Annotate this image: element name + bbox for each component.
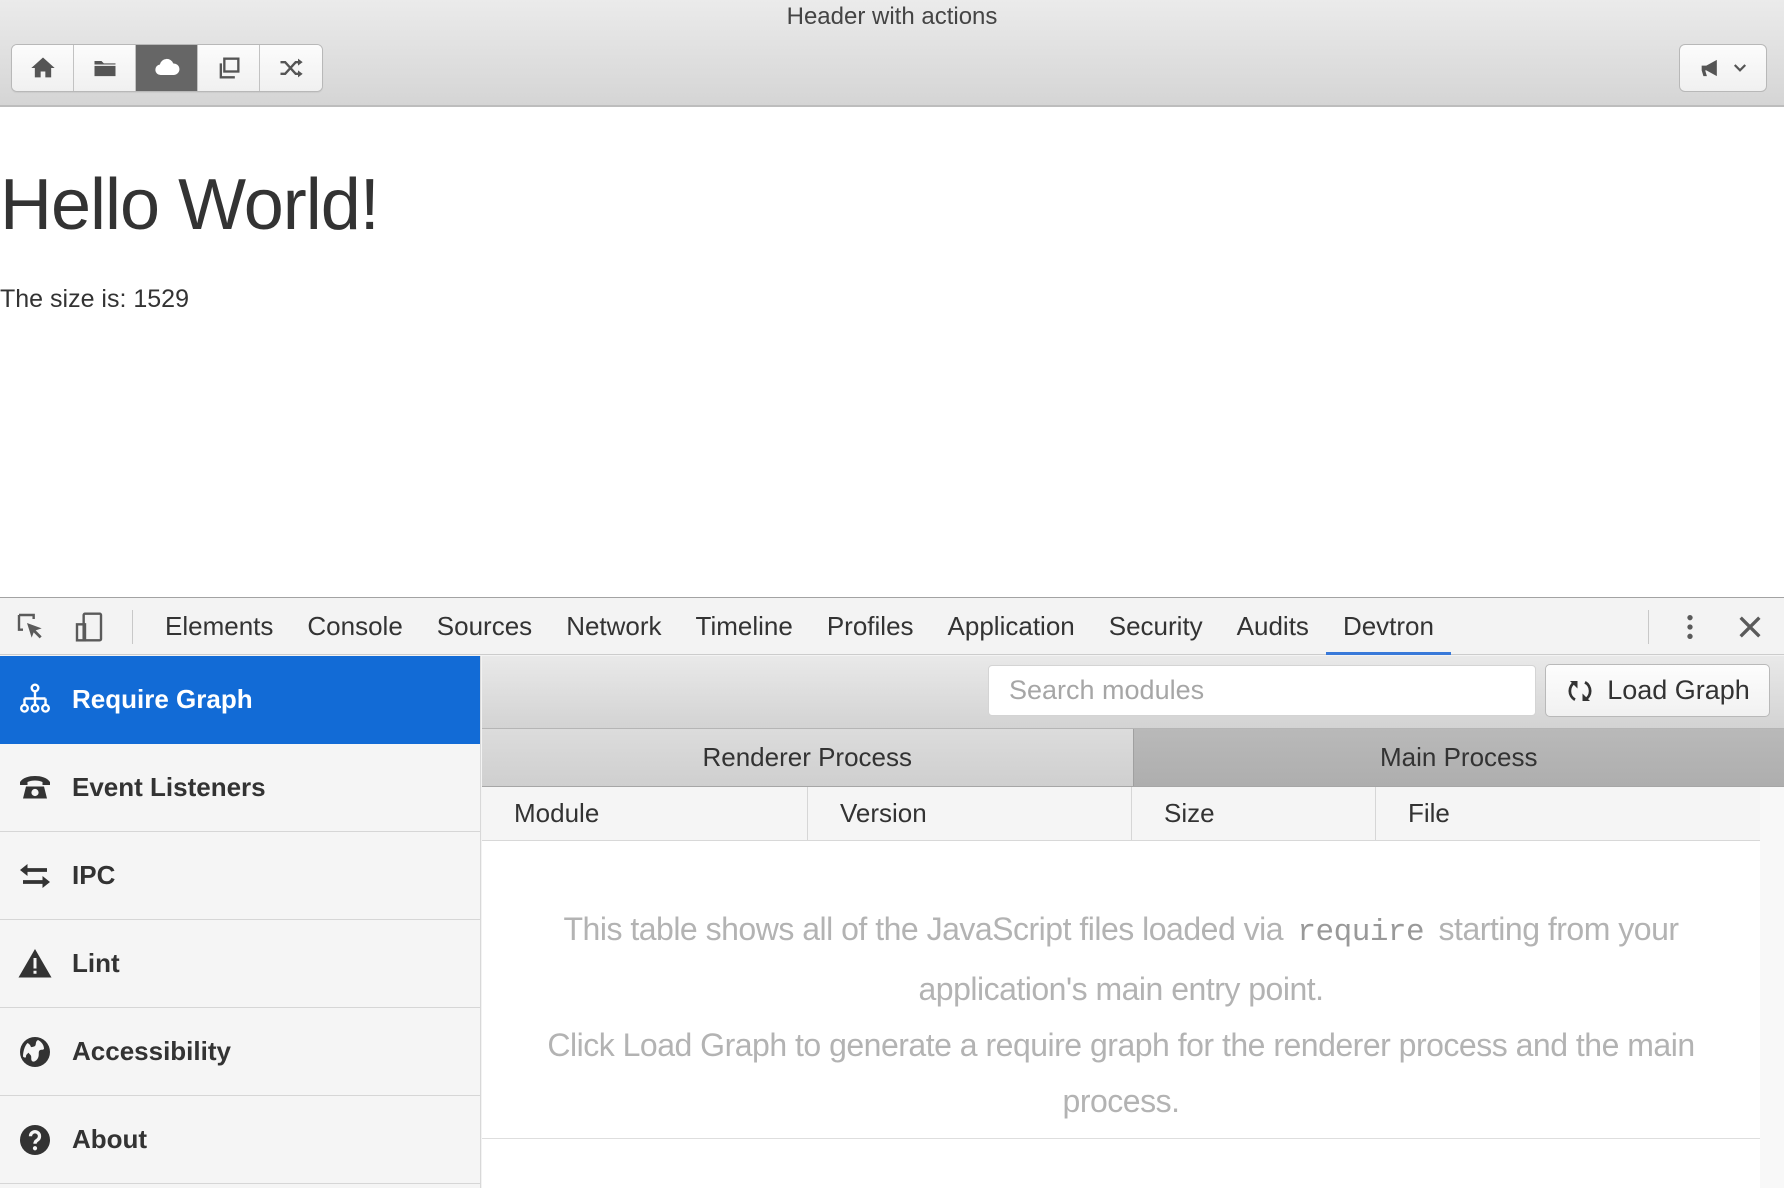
search-modules-input[interactable] bbox=[988, 665, 1536, 716]
tab-main-process[interactable]: Main Process bbox=[1133, 729, 1784, 786]
modules-table-header: Module Version Size File bbox=[482, 787, 1760, 841]
globe-icon bbox=[16, 1033, 54, 1071]
close-icon bbox=[1739, 616, 1761, 638]
table-scrollbar[interactable] bbox=[1760, 787, 1784, 1188]
tab-profiles[interactable]: Profiles bbox=[810, 598, 931, 655]
devtools-tab-strip: Elements Console Sources Network Timelin… bbox=[148, 598, 1452, 655]
tab-network[interactable]: Network bbox=[549, 598, 678, 655]
popup-button[interactable] bbox=[198, 45, 260, 91]
page-heading: Hello World! bbox=[0, 165, 380, 245]
toolbar-divider bbox=[132, 610, 133, 644]
column-header-file[interactable]: File bbox=[1376, 787, 1760, 840]
column-header-module[interactable]: Module bbox=[482, 787, 808, 840]
device-mode-button[interactable] bbox=[72, 610, 106, 644]
device-icon bbox=[75, 612, 103, 642]
tab-timeline[interactable]: Timeline bbox=[679, 598, 810, 655]
kebab-menu-icon bbox=[1687, 615, 1693, 639]
sidebar-item-ipc[interactable]: IPC bbox=[0, 832, 480, 920]
exchange-icon bbox=[16, 857, 54, 895]
require-code: require bbox=[1297, 915, 1425, 950]
question-icon bbox=[16, 1121, 54, 1159]
require-graph-toolbar: Load Graph bbox=[482, 656, 1784, 729]
tab-security[interactable]: Security bbox=[1092, 598, 1220, 655]
cloud-icon bbox=[154, 58, 179, 75]
tab-console[interactable]: Console bbox=[290, 598, 419, 655]
refresh-icon bbox=[1568, 680, 1592, 701]
modules-table-body: This table shows all of the JavaScript f… bbox=[482, 841, 1760, 1139]
more-options-button[interactable] bbox=[1673, 610, 1707, 644]
tab-renderer-process[interactable]: Renderer Process bbox=[482, 729, 1134, 786]
inspect-element-button[interactable] bbox=[14, 610, 48, 644]
folder-button[interactable] bbox=[74, 45, 136, 91]
toolbar-button-group bbox=[11, 44, 323, 92]
sidebar-item-event-listeners[interactable]: Event Listeners bbox=[0, 744, 480, 832]
home-button[interactable] bbox=[12, 45, 74, 91]
empty-message-line-2: Click Load Graph to generate a require g… bbox=[547, 1027, 1695, 1119]
column-header-version[interactable]: Version bbox=[808, 787, 1132, 840]
devtools-toolbar: Elements Console Sources Network Timelin… bbox=[0, 598, 1784, 655]
phone-icon bbox=[16, 769, 54, 807]
popup-icon bbox=[219, 57, 239, 79]
sidebar-item-label: Require Graph bbox=[72, 684, 253, 714]
tab-audits[interactable]: Audits bbox=[1220, 598, 1326, 655]
sitemap-icon bbox=[16, 681, 54, 719]
devtron-sidebar: Require Graph Event Listeners IPC Lint A… bbox=[0, 656, 481, 1188]
megaphone-icon bbox=[1701, 59, 1717, 77]
chevron-down-icon bbox=[1733, 64, 1747, 72]
column-header-size[interactable]: Size bbox=[1132, 787, 1376, 840]
warning-icon bbox=[16, 945, 54, 983]
devtools-panel: Elements Console Sources Network Timelin… bbox=[0, 597, 1784, 1188]
load-graph-button[interactable]: Load Graph bbox=[1545, 664, 1770, 717]
home-icon bbox=[30, 57, 55, 78]
toolbar-divider bbox=[1648, 610, 1649, 644]
load-graph-label: Load Graph bbox=[1607, 675, 1750, 705]
shuffle-button[interactable] bbox=[260, 45, 322, 91]
size-text: The size is: 1529 bbox=[0, 285, 189, 313]
sidebar-item-label: About bbox=[72, 1124, 148, 1154]
window-header: Header with actions bbox=[0, 0, 1784, 107]
sidebar-item-label: Lint bbox=[72, 948, 120, 978]
sidebar-item-lint[interactable]: Lint bbox=[0, 920, 480, 1008]
folder-icon bbox=[94, 61, 115, 77]
sidebar-item-require-graph[interactable]: Require Graph bbox=[0, 656, 480, 744]
tab-sources[interactable]: Sources bbox=[420, 598, 549, 655]
cloud-button[interactable] bbox=[136, 45, 198, 91]
sidebar-item-label: Accessibility bbox=[72, 1036, 231, 1066]
shuffle-icon bbox=[280, 58, 303, 78]
tab-devtron[interactable]: Devtron bbox=[1325, 598, 1452, 655]
megaphone-dropdown-button[interactable] bbox=[1679, 44, 1767, 92]
devtron-main-panel: Load Graph Renderer Process Main Process… bbox=[482, 656, 1784, 1188]
empty-message-line-1: This table shows all of the JavaScript f… bbox=[512, 901, 1730, 1017]
empty-message-text: This table shows all of the JavaScript f… bbox=[563, 911, 1284, 947]
cursor-select-icon bbox=[17, 613, 42, 639]
tab-application[interactable]: Application bbox=[931, 598, 1092, 655]
empty-table-message: This table shows all of the JavaScript f… bbox=[512, 901, 1730, 1129]
sidebar-item-accessibility[interactable]: Accessibility bbox=[0, 1008, 480, 1096]
tab-elements[interactable]: Elements bbox=[148, 598, 290, 655]
sidebar-item-label: IPC bbox=[72, 860, 116, 890]
close-devtools-button[interactable] bbox=[1733, 610, 1767, 644]
sidebar-item-label: Event Listeners bbox=[72, 772, 266, 802]
process-tabs: Renderer Process Main Process bbox=[482, 729, 1784, 787]
sidebar-item-about[interactable]: About bbox=[0, 1096, 480, 1184]
window-title: Header with actions bbox=[786, 3, 998, 30]
